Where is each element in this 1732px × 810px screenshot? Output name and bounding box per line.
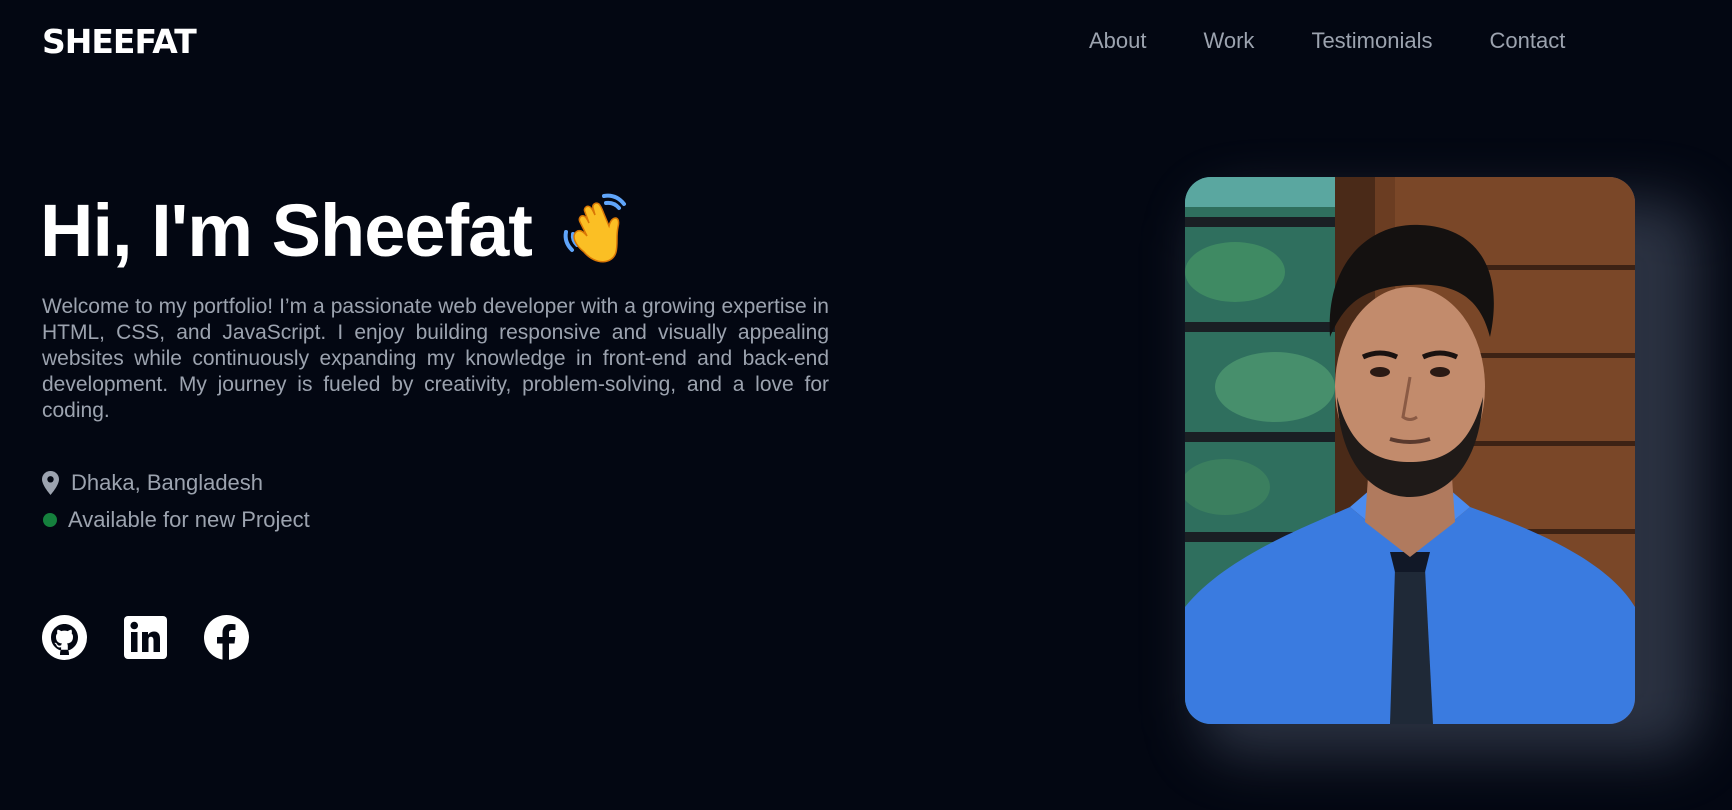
nav-work-link[interactable]: Work <box>1204 28 1255 54</box>
linkedin-icon <box>124 616 167 659</box>
hero-title: Hi, I'm Sheefat <box>40 188 638 273</box>
github-icon <box>42 615 87 660</box>
profile-photo <box>1185 177 1635 724</box>
site-logo[interactable]: SHEEFAT <box>42 22 197 61</box>
social-links <box>42 615 285 660</box>
nav-about-link[interactable]: About <box>1089 28 1147 54</box>
location-row: Dhaka, Bangladesh <box>42 470 263 496</box>
page: SHEEFAT About Work Testimonials Contact … <box>0 0 1732 810</box>
linkedin-link[interactable] <box>123 615 168 660</box>
location-text: Dhaka, Bangladesh <box>71 470 264 495</box>
nav-contact-link[interactable]: Contact <box>1489 28 1565 54</box>
hero-title-text: Hi, I'm Sheefat <box>40 189 533 272</box>
availability-text: Available for new Project <box>68 507 310 532</box>
main-nav: About Work Testimonials Contact <box>1089 28 1565 54</box>
facebook-icon <box>204 615 249 660</box>
status-dot-icon <box>43 513 57 527</box>
github-link[interactable] <box>42 615 87 660</box>
hero-intro: Welcome to my portfolio! I’m a passionat… <box>42 295 829 422</box>
facebook-link[interactable] <box>204 615 249 660</box>
location-pin-icon <box>42 471 59 495</box>
nav-testimonials-link[interactable]: Testimonials <box>1311 28 1432 54</box>
availability-row: Available for new Project <box>42 507 310 533</box>
waving-hand-icon <box>560 192 638 270</box>
